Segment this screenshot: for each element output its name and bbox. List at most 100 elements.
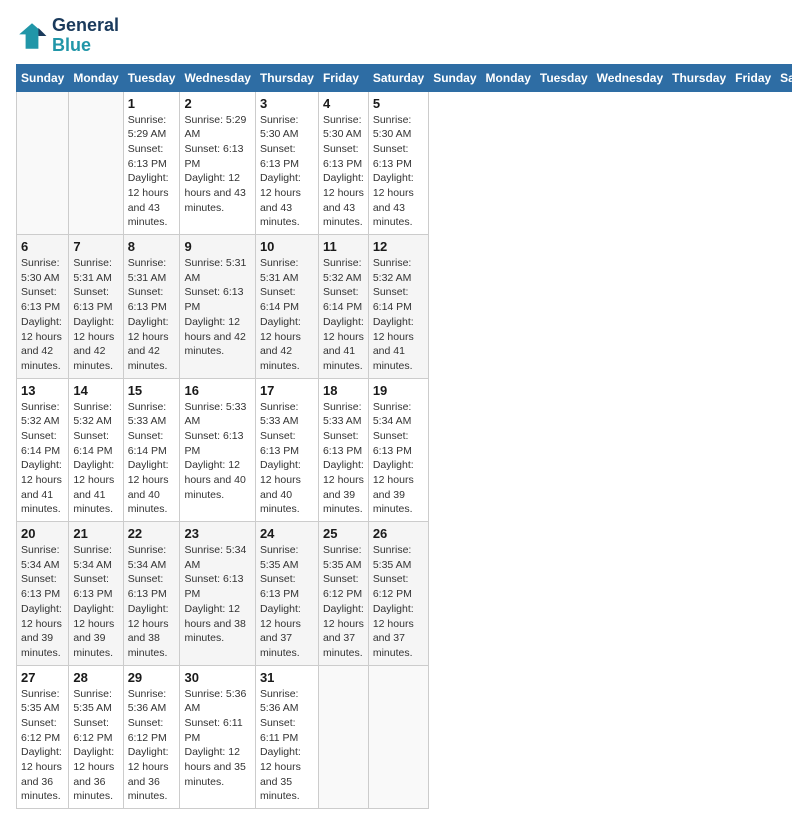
header-monday: Monday xyxy=(69,64,123,91)
calendar-cell: 14 Sunrise: 5:32 AMSunset: 6:14 PMDayligh… xyxy=(69,378,123,522)
calendar-cell xyxy=(69,91,123,235)
day-number: 17 xyxy=(260,383,314,398)
day-info: Sunrise: 5:31 AMSunset: 6:13 PMDaylight:… xyxy=(128,256,176,374)
day-number: 13 xyxy=(21,383,64,398)
day-info: Sunrise: 5:35 AMSunset: 6:12 PMDaylight:… xyxy=(21,687,64,805)
calendar-cell: 12 Sunrise: 5:32 AMSunset: 6:14 PMDayligh… xyxy=(368,235,428,379)
day-number: 4 xyxy=(323,96,364,111)
day-info: Sunrise: 5:29 AMSunset: 6:13 PMDaylight:… xyxy=(128,113,176,231)
header-tuesday: Tuesday xyxy=(123,64,180,91)
day-number: 29 xyxy=(128,670,176,685)
calendar-cell xyxy=(318,665,368,809)
day-info: Sunrise: 5:30 AMSunset: 6:13 PMDaylight:… xyxy=(21,256,64,374)
day-number: 14 xyxy=(73,383,118,398)
day-number: 31 xyxy=(260,670,314,685)
calendar-header-row: SundayMondayTuesdayWednesdayThursdayFrid… xyxy=(17,64,792,91)
day-info: Sunrise: 5:35 AMSunset: 6:12 PMDaylight:… xyxy=(323,543,364,661)
logo: General Blue xyxy=(16,16,119,56)
logo-icon xyxy=(16,20,48,52)
calendar-table: SundayMondayTuesdayWednesdayThursdayFrid… xyxy=(16,64,792,810)
calendar-cell: 27 Sunrise: 5:35 AMSunset: 6:12 PMDayligh… xyxy=(17,665,69,809)
calendar-cell: 6Sunrise: 5:30 AMSunset: 6:13 PMDaylight… xyxy=(17,235,69,379)
day-info: Sunrise: 5:30 AMSunset: 6:13 PMDaylight:… xyxy=(323,113,364,231)
header-sunday: Sunday xyxy=(429,64,481,91)
header-friday: Friday xyxy=(731,64,776,91)
day-number: 5 xyxy=(373,96,424,111)
calendar-week-5: 27 Sunrise: 5:35 AMSunset: 6:12 PMDayligh… xyxy=(17,665,792,809)
calendar-cell: 22 Sunrise: 5:34 AMSunset: 6:13 PMDayligh… xyxy=(123,522,180,666)
day-number: 23 xyxy=(184,526,250,541)
day-number: 30 xyxy=(184,670,250,685)
day-info: Sunrise: 5:36 AMSunset: 6:12 PMDaylight:… xyxy=(128,687,176,805)
day-number: 19 xyxy=(373,383,424,398)
calendar-week-1: 1 Sunrise: 5:29 AMSunset: 6:13 PMDaylight… xyxy=(17,91,792,235)
calendar-cell: 15Sunrise: 5:33 AMSunset: 6:14 PMDayligh… xyxy=(123,378,180,522)
header-monday: Monday xyxy=(481,64,535,91)
day-info: Sunrise: 5:35 AMSunset: 6:13 PMDaylight:… xyxy=(260,543,314,661)
calendar-cell xyxy=(368,665,428,809)
day-number: 22 xyxy=(128,526,176,541)
calendar-cell: 28Sunrise: 5:35 AMSunset: 6:12 PMDayligh… xyxy=(69,665,123,809)
calendar-cell: 18 Sunrise: 5:33 AMSunset: 6:13 PMDayligh… xyxy=(318,378,368,522)
day-number: 2 xyxy=(184,96,250,111)
calendar-cell: 7 Sunrise: 5:31 AMSunset: 6:13 PMDaylight… xyxy=(69,235,123,379)
calendar-cell: 11Sunrise: 5:32 AMSunset: 6:14 PMDayligh… xyxy=(318,235,368,379)
calendar-week-2: 6Sunrise: 5:30 AMSunset: 6:13 PMDaylight… xyxy=(17,235,792,379)
day-number: 18 xyxy=(323,383,364,398)
logo-text: General Blue xyxy=(52,16,119,56)
day-number: 21 xyxy=(73,526,118,541)
calendar-cell: 25 Sunrise: 5:35 AMSunset: 6:12 PMDayligh… xyxy=(318,522,368,666)
calendar-cell xyxy=(17,91,69,235)
calendar-week-4: 20Sunrise: 5:34 AMSunset: 6:13 PMDayligh… xyxy=(17,522,792,666)
header-wednesday: Wednesday xyxy=(592,64,667,91)
header-saturday: Saturday xyxy=(368,64,428,91)
day-info: Sunrise: 5:31 AMSunset: 6:13 PMDaylight:… xyxy=(184,256,250,359)
day-info: Sunrise: 5:32 AMSunset: 6:14 PMDaylight:… xyxy=(323,256,364,374)
calendar-cell: 20Sunrise: 5:34 AMSunset: 6:13 PMDayligh… xyxy=(17,522,69,666)
day-number: 15 xyxy=(128,383,176,398)
day-info: Sunrise: 5:35 AMSunset: 6:12 PMDaylight:… xyxy=(373,543,424,661)
day-number: 3 xyxy=(260,96,314,111)
day-number: 26 xyxy=(373,526,424,541)
day-number: 1 xyxy=(128,96,176,111)
calendar-cell: 3 Sunrise: 5:30 AMSunset: 6:13 PMDaylight… xyxy=(255,91,318,235)
calendar-cell: 19 Sunrise: 5:34 AMSunset: 6:13 PMDayligh… xyxy=(368,378,428,522)
calendar-cell: 23 Sunrise: 5:34 AMSunset: 6:13 PMDayligh… xyxy=(180,522,255,666)
day-info: Sunrise: 5:34 AMSunset: 6:13 PMDaylight:… xyxy=(128,543,176,661)
calendar-cell: 26 Sunrise: 5:35 AMSunset: 6:12 PMDayligh… xyxy=(368,522,428,666)
day-number: 8 xyxy=(128,239,176,254)
day-number: 24 xyxy=(260,526,314,541)
day-info: Sunrise: 5:34 AMSunset: 6:13 PMDaylight:… xyxy=(373,400,424,518)
page-header: General Blue xyxy=(16,16,776,56)
day-number: 7 xyxy=(73,239,118,254)
calendar-cell: 10Sunrise: 5:31 AMSunset: 6:14 PMDayligh… xyxy=(255,235,318,379)
header-saturday: Saturday xyxy=(776,64,792,91)
day-info: Sunrise: 5:32 AMSunset: 6:14 PMDaylight:… xyxy=(373,256,424,374)
header-sunday: Sunday xyxy=(17,64,69,91)
calendar-cell: 17 Sunrise: 5:33 AMSunset: 6:13 PMDayligh… xyxy=(255,378,318,522)
day-info: Sunrise: 5:31 AMSunset: 6:14 PMDaylight:… xyxy=(260,256,314,374)
calendar-cell: 8 Sunrise: 5:31 AMSunset: 6:13 PMDaylight… xyxy=(123,235,180,379)
day-info: Sunrise: 5:33 AMSunset: 6:13 PMDaylight:… xyxy=(323,400,364,518)
calendar-cell: 21Sunrise: 5:34 AMSunset: 6:13 PMDayligh… xyxy=(69,522,123,666)
calendar-cell: 5 Sunrise: 5:30 AMSunset: 6:13 PMDaylight… xyxy=(368,91,428,235)
day-info: Sunrise: 5:34 AMSunset: 6:13 PMDaylight:… xyxy=(184,543,250,646)
header-friday: Friday xyxy=(318,64,368,91)
day-info: Sunrise: 5:36 AMSunset: 6:11 PMDaylight:… xyxy=(184,687,250,790)
day-info: Sunrise: 5:31 AMSunset: 6:13 PMDaylight:… xyxy=(73,256,118,374)
day-info: Sunrise: 5:30 AMSunset: 6:13 PMDaylight:… xyxy=(260,113,314,231)
day-info: Sunrise: 5:33 AMSunset: 6:13 PMDaylight:… xyxy=(184,400,250,503)
calendar-cell: 29 Sunrise: 5:36 AMSunset: 6:12 PMDayligh… xyxy=(123,665,180,809)
calendar-cell: 4 Sunrise: 5:30 AMSunset: 6:13 PMDaylight… xyxy=(318,91,368,235)
calendar-week-3: 13 Sunrise: 5:32 AMSunset: 6:14 PMDayligh… xyxy=(17,378,792,522)
day-info: Sunrise: 5:33 AMSunset: 6:13 PMDaylight:… xyxy=(260,400,314,518)
day-number: 16 xyxy=(184,383,250,398)
day-number: 25 xyxy=(323,526,364,541)
day-number: 12 xyxy=(373,239,424,254)
day-info: Sunrise: 5:36 AMSunset: 6:11 PMDaylight:… xyxy=(260,687,314,805)
day-info: Sunrise: 5:32 AMSunset: 6:14 PMDaylight:… xyxy=(73,400,118,518)
day-number: 27 xyxy=(21,670,64,685)
header-thursday: Thursday xyxy=(255,64,318,91)
day-info: Sunrise: 5:30 AMSunset: 6:13 PMDaylight:… xyxy=(373,113,424,231)
day-info: Sunrise: 5:29 AMSunset: 6:13 PMDaylight:… xyxy=(184,113,250,216)
